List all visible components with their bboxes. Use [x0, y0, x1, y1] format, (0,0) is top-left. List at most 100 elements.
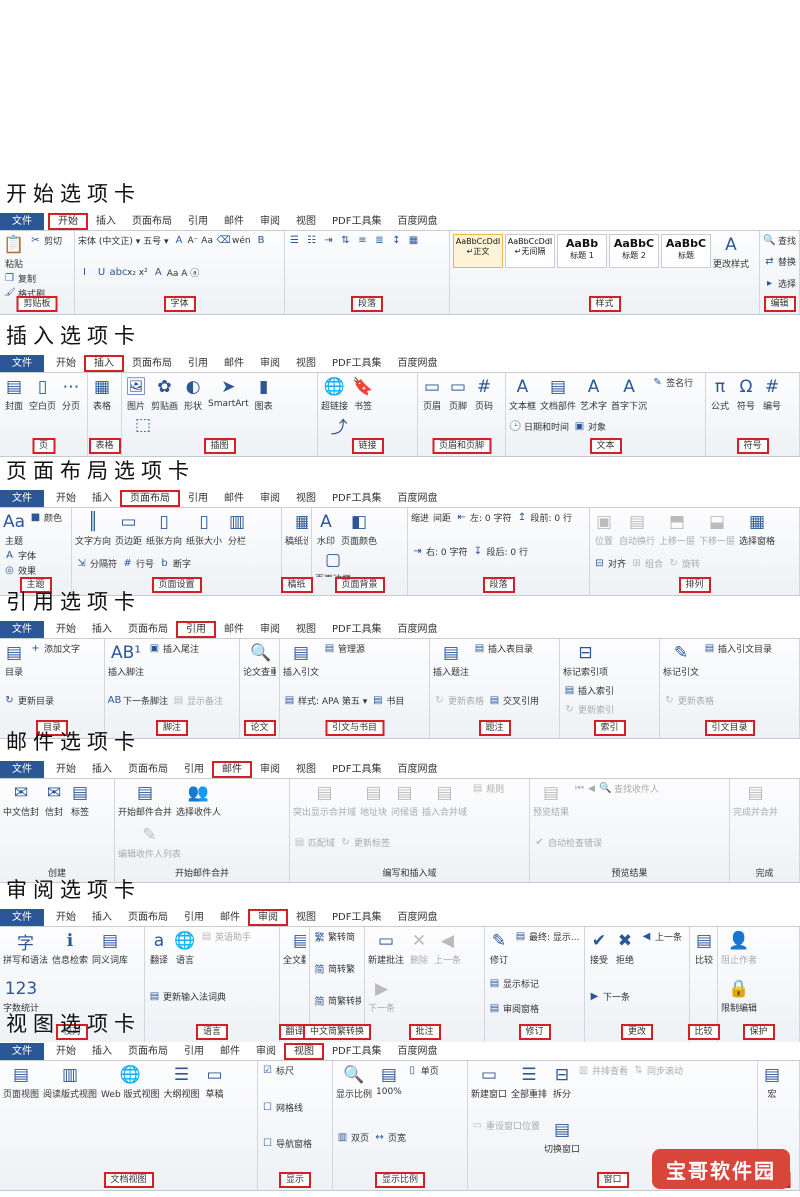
cross-reference-button[interactable]: ▤ 交叉引用 [488, 694, 539, 707]
insert-toa-button[interactable]: ▤ 插入引文目录 [703, 642, 772, 655]
style-swatch[interactable]: AaBbCcDdI ↵无间隔 [505, 234, 555, 268]
style-swatch[interactable]: AaBbC 标题 2 [609, 234, 659, 268]
datetime-button[interactable]: 🕒 日期和时间 [509, 420, 569, 433]
tab-9[interactable]: 百度网盘 [389, 621, 445, 638]
tab-0[interactable]: 文件 [0, 620, 44, 638]
page-break-button[interactable]: ⋯ 分页 [60, 376, 82, 412]
greeting-button[interactable]: ▤ 问候语 [391, 782, 418, 818]
tab-3[interactable]: 页面布局 [120, 489, 180, 507]
cut-button[interactable]: ✂ 剪切 [29, 234, 62, 247]
line-spacing-button[interactable]: ↕ [390, 234, 403, 247]
wordart-button[interactable]: A 艺术字 [580, 376, 607, 412]
spelling-button[interactable]: 字拼写和语法 [3, 930, 48, 967]
switch-windows-button[interactable]: ▤ 切换窗口 [544, 1119, 580, 1155]
research-button[interactable]: ℹ 信息检索 [52, 930, 88, 966]
tab-6[interactable]: 审阅 [252, 490, 288, 507]
tab-2[interactable]: 插入 [84, 621, 120, 638]
style-swatch[interactable]: AaBb 标题 1 [557, 234, 607, 268]
align-button[interactable]: ⊟ 对齐 [593, 557, 626, 570]
bookmark-button[interactable]: 🔖 书签 [352, 376, 374, 412]
hyperlink-button[interactable]: 🌐 超链接 [321, 376, 348, 412]
tab-0[interactable]: 文件 [0, 760, 44, 778]
convert-button[interactable]: 简简繁转换 [313, 994, 362, 1008]
tab-9[interactable]: 百度网盘 [389, 490, 445, 507]
block-authors-button[interactable]: 👤 阻止作者 [721, 930, 757, 966]
tab-0[interactable]: 文件 [0, 354, 44, 372]
mark-citation-button[interactable]: ✎ 标记引文 [663, 642, 699, 678]
tab-9[interactable]: 百度网盘 [389, 355, 445, 372]
bold-button[interactable]: B [255, 234, 268, 247]
arrange-all-button[interactable]: ☰ 全部重排 [511, 1064, 547, 1100]
style-swatch[interactable]: AaBbCcDdI ↵正文 [453, 234, 503, 268]
finish-merge-button[interactable]: ▤ 完成并合并 [733, 782, 778, 818]
compare-button[interactable]: ▤ 比较 [693, 930, 714, 966]
insert-endnote-button[interactable]: ▣ 插入尾注 [148, 642, 199, 655]
translate-button[interactable]: a 翻译 [148, 930, 170, 966]
symbol-button[interactable]: Ω 符号 [735, 376, 757, 412]
tab-9[interactable]: 百度网盘 [389, 761, 445, 778]
tab-3[interactable]: 页面布局 [124, 355, 180, 372]
align-center-button[interactable]: ≣ [373, 234, 386, 247]
ruler-checkbox-button[interactable]: ☑ 标尺 [261, 1064, 294, 1077]
footer-button[interactable]: ▭ 页脚 [447, 376, 469, 412]
indent-left-button[interactable]: ⇤ 左: 0 字符 [455, 511, 511, 524]
sync-scroll-button[interactable]: ⇅ 同步滚动 [632, 1064, 683, 1077]
font-color-button[interactable]: A Aa A ⓐ [152, 266, 199, 279]
tab-1[interactable]: 开始 [48, 212, 88, 230]
cross-ref-button[interactable]: ⤴交叉引用 [321, 414, 357, 438]
update-toc-button[interactable]: ↻ 更新目录 [3, 694, 54, 707]
tab-7[interactable]: 视图 [288, 213, 324, 230]
breaks-button[interactable]: ⇲ 分隔符 [75, 557, 117, 570]
mark-entry-button[interactable]: ⊟ 标记索引项 [563, 642, 608, 678]
tab-7[interactable]: 视图 [288, 355, 324, 372]
add-text-button[interactable]: + 添加文字 [29, 642, 80, 655]
tab-8[interactable]: PDF工具集 [324, 213, 389, 230]
tab-0[interactable]: 文件 [0, 212, 44, 230]
borders-button[interactable]: ▦ [407, 234, 420, 247]
tab-5[interactable]: 邮件 [212, 909, 248, 926]
manuscript-button[interactable]: ▦ 稿纸设置 [285, 511, 308, 547]
insert-footnote-button[interactable]: AB¹ 插入脚注 [108, 642, 144, 678]
sort-button[interactable]: ⇅ [339, 234, 352, 247]
manage-sources-button[interactable]: ▤ 管理源 [323, 642, 365, 655]
macros-button[interactable]: ▤ 宏 [761, 1064, 783, 1100]
reject-button[interactable]: ✖ 拒绝 [614, 930, 636, 966]
bullets-button[interactable]: ☰ [288, 234, 301, 247]
nav-pane-checkbox-button[interactable]: ☐ 导航窗格 [261, 1137, 312, 1150]
draft-button[interactable]: ▭ 草稿 [204, 1064, 226, 1100]
tab-7[interactable]: 视图 [288, 490, 324, 507]
tab-8[interactable]: PDF工具集 [324, 909, 389, 926]
web-layout-button[interactable]: 🌐 Web 版式视图 [101, 1064, 159, 1100]
tab-8[interactable]: PDF工具集 [324, 761, 389, 778]
watermark-button[interactable]: A 水印 [315, 511, 337, 547]
match-fields-button[interactable]: ▤ 匹配域 [293, 836, 335, 849]
tab-7[interactable]: 视图 [288, 909, 324, 926]
to-simplified-button[interactable]: 繁繁转简 [313, 930, 356, 944]
object-button[interactable]: ▣ 对象 [573, 420, 606, 433]
gridlines-checkbox-button[interactable]: ☐ 网格线 [261, 1101, 303, 1114]
space-after-button[interactable]: ↧ 段后: 0 行 [471, 545, 528, 558]
styles-gallery[interactable]: AaBbCcDdI ↵正文 AaBbCcDdI ↵无间隔 AaBb 标题 1 AaBbC 标题… [453, 234, 749, 270]
tab-8[interactable]: PDF工具集 [324, 1043, 389, 1060]
position-button[interactable]: ▣ 位置 [593, 511, 615, 547]
paper-check-button[interactable]: 🔍 论文查重 [243, 642, 276, 678]
tab-4[interactable]: 引用 [180, 490, 216, 507]
tab-3[interactable]: 页面布局 [120, 909, 176, 926]
update-labels-button[interactable]: ↻ 更新标签 [339, 836, 390, 849]
paste-button[interactable]: 📋 粘贴 [3, 234, 25, 270]
bring-forward-button[interactable]: ⬒ 上移一层 [659, 511, 695, 547]
delete-comment-button[interactable]: ✕ 删除 [408, 930, 430, 966]
tab-2[interactable]: 插入 [84, 490, 120, 507]
update-index-button[interactable]: ↻ 更新索引 [563, 703, 614, 716]
tab-5[interactable]: 邮件 [216, 213, 252, 230]
table-of-figures-button[interactable]: ▤ 插入表目录 [473, 642, 533, 655]
new-comment-button[interactable]: ▭ 新建批注 [368, 930, 404, 966]
show-notes-button[interactable]: ▤ 显示备注 [172, 694, 223, 707]
find-button[interactable]: 🔍 查找 [763, 234, 796, 247]
blank-page-button[interactable]: ▯ 空白页 [29, 376, 56, 412]
highlight-fields-button[interactable]: ▤ 突出显示合并域 [293, 782, 356, 818]
tab-1[interactable]: 开始 [48, 490, 84, 507]
side-by-side-button[interactable]: ▥ 并排查看 [577, 1064, 628, 1077]
tab-6[interactable]: 审阅 [248, 908, 288, 926]
tab-4[interactable]: 引用 [176, 620, 216, 638]
